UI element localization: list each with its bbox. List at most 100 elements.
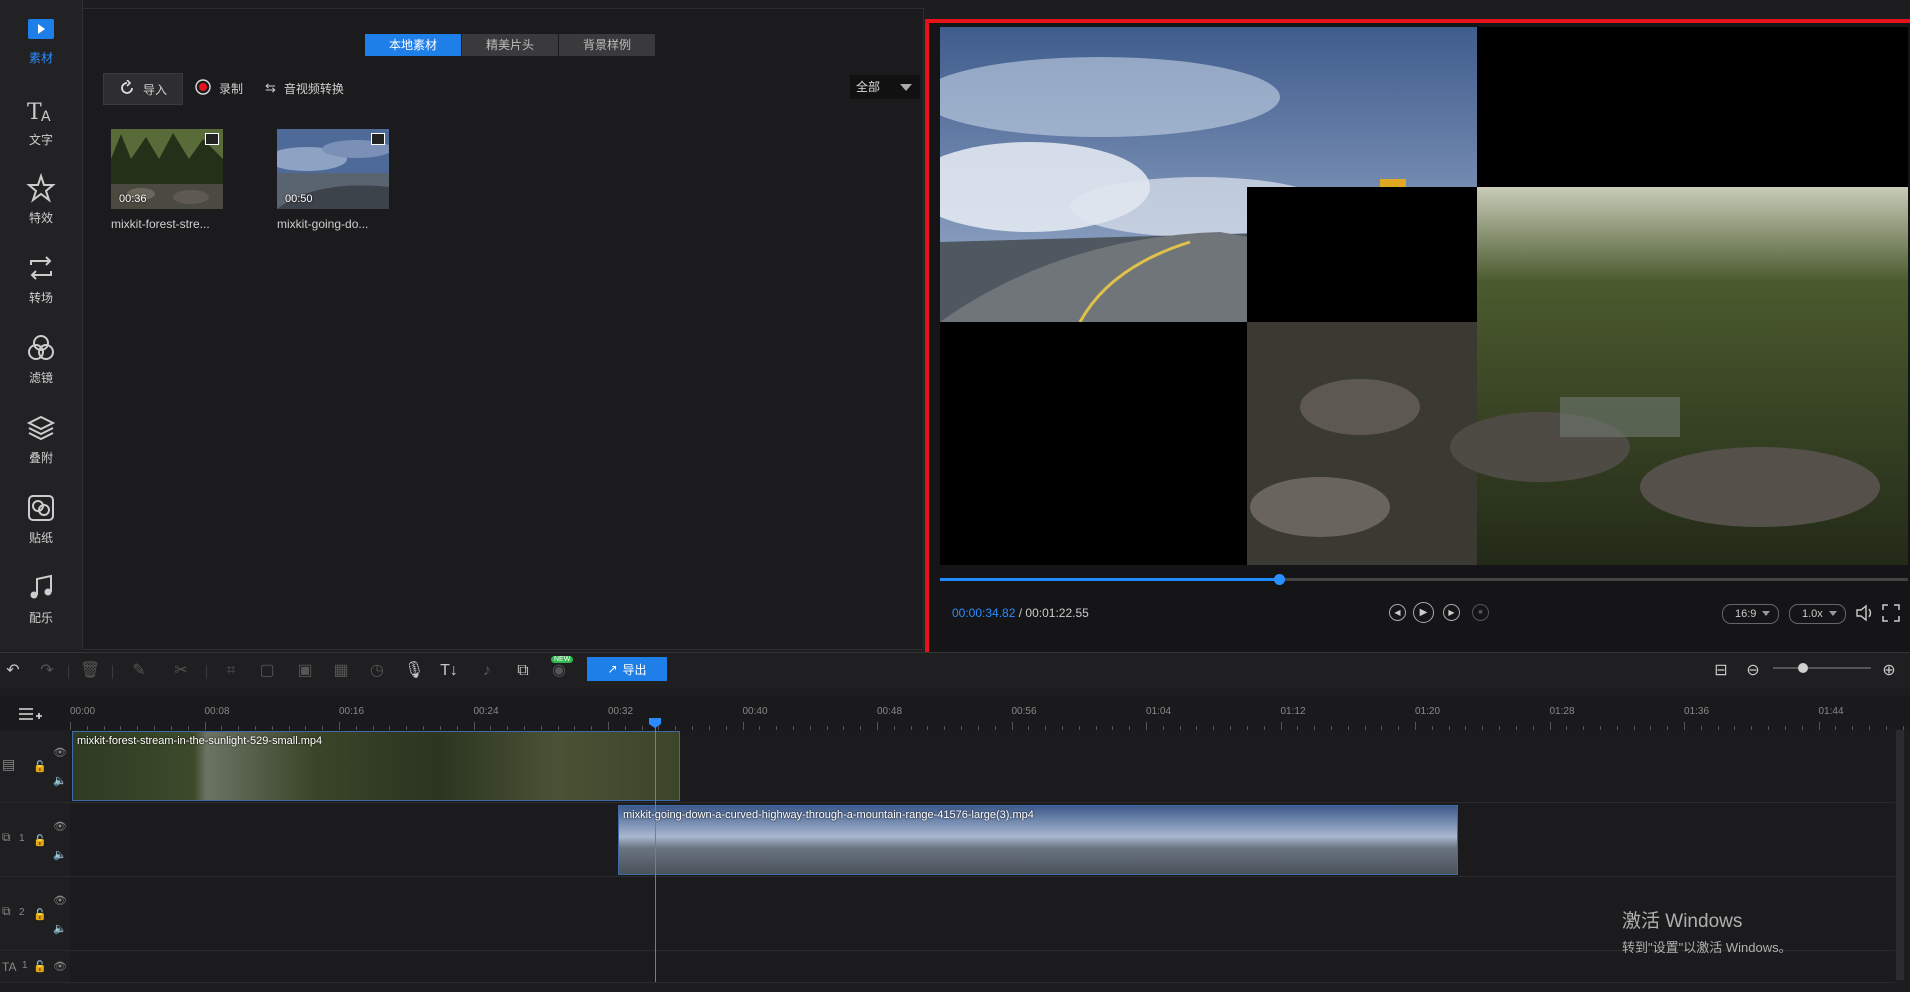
duration-icon[interactable]: ◷ — [368, 662, 386, 680]
playhead[interactable] — [655, 720, 656, 982]
import-icon — [119, 78, 135, 99]
ruler-tick — [608, 722, 609, 730]
microphone-icon[interactable]: 🎙 — [404, 662, 424, 680]
tab-intros[interactable]: 精美片头 — [462, 34, 558, 56]
svg-text:A: A — [41, 109, 51, 125]
ruler-tick-label: 01:44 — [1818, 706, 1844, 717]
stop-button[interactable]: ■ — [1472, 604, 1489, 621]
fullscreen-icon[interactable] — [1882, 604, 1900, 622]
lock-icon[interactable]: 🔓 — [33, 834, 47, 847]
av-convert-button[interactable]: ⇆ 音视频转换 — [265, 73, 344, 103]
prev-frame-button[interactable]: ◀ — [1389, 604, 1406, 621]
speaker-icon[interactable]: 🔈 — [53, 848, 67, 861]
media-item-forest[interactable]: 00:36 mixkit-forest-stre... — [111, 129, 223, 231]
zoom-in-icon[interactable]: ⊕ — [1880, 662, 1898, 680]
music-icon — [30, 574, 52, 598]
media-item-highway[interactable]: 00:50 mixkit-going-do... — [277, 129, 389, 231]
stop-icon: ■ — [1478, 609, 1483, 616]
speaker-icon[interactable]: ♪ — [478, 662, 496, 680]
timecode: 00:00:34.82 / 00:01:22.55 — [952, 606, 1089, 620]
eye-icon[interactable]: 👁 — [53, 894, 67, 907]
new-badge: NEW — [551, 656, 574, 663]
ruler-tick — [1549, 722, 1551, 730]
export-button[interactable]: ↗ 导出 — [587, 657, 667, 681]
convert-arrows-icon: ⇆ — [265, 80, 276, 95]
play-button[interactable]: ▶ — [1413, 602, 1434, 623]
smart-cut-icon[interactable]: ◉ — [550, 662, 568, 680]
ruler-tick — [877, 722, 878, 730]
aspect-ratio-select[interactable]: 16:9 — [1722, 604, 1780, 624]
zoom-slider-handle[interactable] — [1798, 663, 1808, 673]
zoom-out-icon[interactable]: ⊖ — [1744, 662, 1762, 680]
ruler-tick-label: 00:48 — [877, 706, 903, 717]
nav-item-transition[interactable]: 转场 — [0, 240, 82, 318]
import-button[interactable]: 导入 — [103, 73, 183, 105]
ruler-tick — [1818, 722, 1820, 730]
undo-icon[interactable]: ↶ — [4, 662, 22, 680]
next-frame-button[interactable]: ▶ — [1443, 604, 1460, 621]
ruler-tick — [1684, 722, 1685, 730]
cut-icon[interactable]: ✂ — [172, 662, 190, 680]
resize-icon[interactable]: ▢ — [258, 662, 276, 680]
lock-icon[interactable]: 🔓 — [33, 908, 47, 921]
track-header: ⧉ 1 🔓 👁 🔈 — [0, 804, 70, 876]
nav-item-music[interactable]: 配乐 — [0, 560, 82, 638]
pip-icon[interactable]: ⧉ — [514, 662, 532, 680]
lock-icon[interactable]: 🔓 — [33, 760, 47, 773]
nav-item-filter[interactable]: 滤镜 — [0, 320, 82, 398]
overlay-layers-icon — [26, 415, 56, 440]
pip-track-1: ⧉ 1 🔓 👁 🔈 mixkit-going-down-a-curved-hig… — [0, 804, 1895, 877]
timeline-clip-highway[interactable]: mixkit-going-down-a-curved-highway-throu… — [618, 805, 1458, 875]
timeline-clip-forest[interactable]: mixkit-forest-stream-in-the-sunlight-529… — [72, 731, 680, 801]
svg-text:T: T — [27, 100, 42, 125]
eye-icon[interactable]: 👁 — [53, 960, 67, 973]
nav-item-media[interactable]: 素材 — [0, 0, 82, 78]
text-to-speech-icon[interactable]: T↓ — [440, 662, 458, 680]
ruler-tick-label: 01:04 — [1146, 706, 1172, 717]
nav-item-overlay[interactable]: 叠附 — [0, 400, 82, 478]
timeline-scrollbar[interactable] — [1896, 730, 1904, 980]
left-nav: 素材 TA 文字 特效 转场 滤镜 叠附 贴纸 配乐 — [0, 0, 83, 650]
volume-icon[interactable] — [1855, 603, 1875, 623]
freeze-icon[interactable]: ▦ — [332, 662, 350, 680]
tab-local-media[interactable]: 本地素材 — [365, 34, 461, 56]
mosaic-icon[interactable]: ▣ — [296, 662, 314, 680]
timeline-ruler[interactable]: 00:00 00:08 00:16 00:24 00:32 00:40 00:48 00:56… — [0, 696, 1910, 730]
ruler-tick-label: 00:56 — [1011, 706, 1037, 717]
delete-icon[interactable]: 🗑 — [80, 662, 100, 680]
progress-handle[interactable] — [1273, 574, 1285, 585]
ruler-tick — [1146, 722, 1147, 730]
sticker-icon — [28, 494, 54, 521]
nav-item-text[interactable]: TA 文字 — [0, 82, 82, 160]
ruler-tick-label: 01:20 — [1415, 706, 1441, 717]
video-badge-icon — [205, 133, 219, 145]
ruler-tick — [1280, 722, 1282, 730]
speed-select[interactable]: 1.0x — [1789, 604, 1846, 624]
snapshot-icon[interactable]: ⊟ — [1712, 662, 1730, 680]
speaker-icon[interactable]: 🔈 — [53, 774, 67, 787]
nav-item-effects[interactable]: 特效 — [0, 160, 82, 238]
video-track-main: ▤ 🔓 👁 🔈 mixkit-forest-stream-in-the-sunl… — [0, 730, 1895, 803]
ruler-tick — [70, 722, 71, 730]
filmstrip-icon: ▤ — [2, 756, 16, 772]
zoom-slider[interactable] — [1773, 667, 1871, 669]
add-track-icon[interactable] — [18, 706, 42, 722]
redo-icon[interactable]: ↷ — [38, 662, 56, 680]
lock-icon[interactable]: 🔓 — [33, 960, 47, 973]
ruler-tick — [1011, 722, 1013, 730]
nav-item-sticker[interactable]: 贴纸 — [0, 480, 82, 558]
media-filter-dropdown[interactable]: 全部 — [850, 75, 920, 99]
record-button[interactable]: 录制 — [195, 73, 243, 103]
track-header: TA 1 🔓 👁 — [0, 952, 70, 982]
eye-icon[interactable]: 👁 — [53, 820, 67, 833]
crop-icon[interactable]: ⌗ — [222, 662, 240, 680]
edit-icon[interactable]: ✎ — [130, 662, 148, 680]
tab-backgrounds[interactable]: 背景样例 — [559, 34, 655, 56]
eye-icon[interactable]: 👁 — [53, 746, 67, 759]
progress-fill — [940, 578, 1279, 581]
media-thumbnail: 00:50 — [277, 129, 389, 209]
ruler-tick — [742, 722, 744, 730]
media-thumbnail: 00:36 — [111, 129, 223, 209]
media-icon — [28, 18, 54, 39]
speaker-icon[interactable]: 🔈 — [53, 922, 67, 935]
